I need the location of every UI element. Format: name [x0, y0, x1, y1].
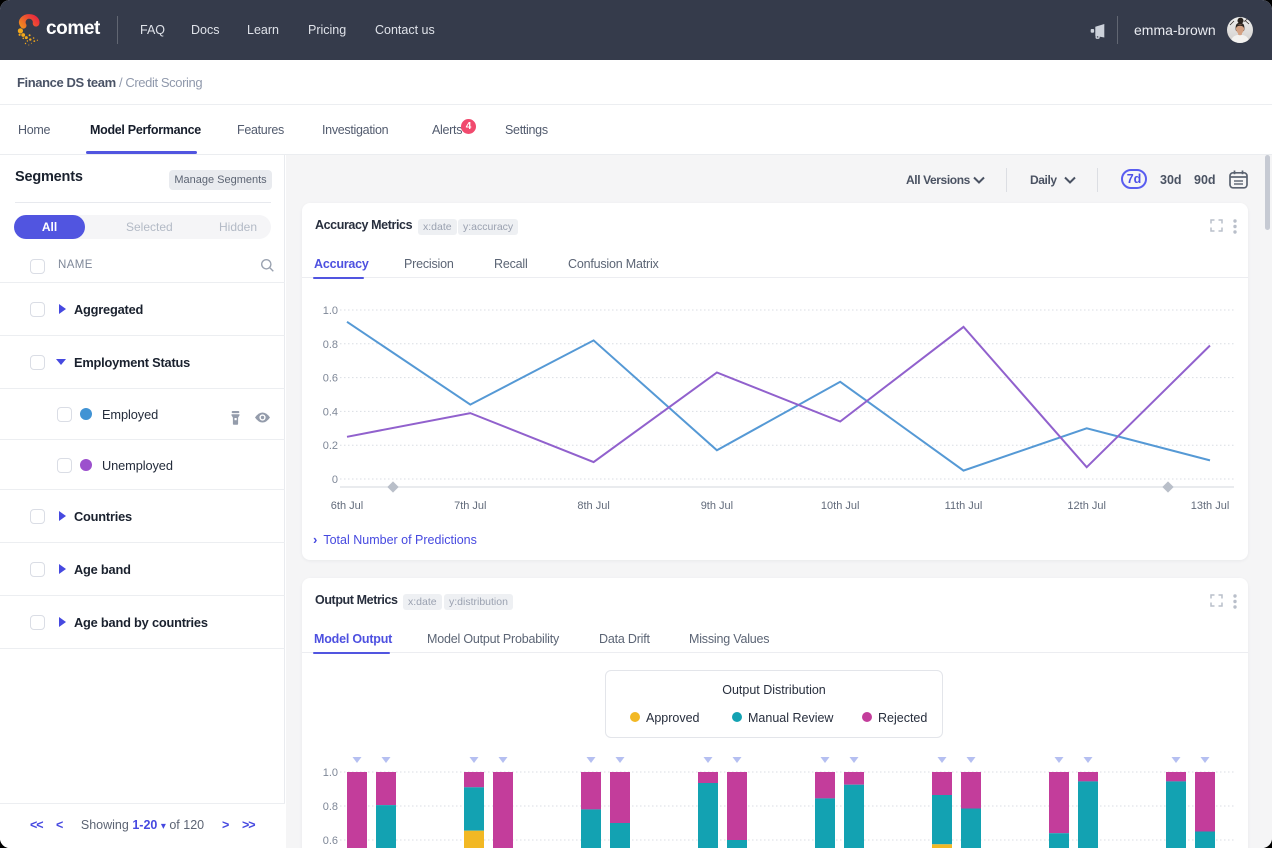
svg-text:0.6: 0.6 [323, 373, 338, 385]
svg-text:7th Jul: 7th Jul [454, 500, 486, 512]
svg-text:0.4: 0.4 [323, 406, 338, 418]
svg-text:12th Jul: 12th Jul [1067, 500, 1106, 512]
svg-text:6th Jul: 6th Jul [331, 500, 363, 512]
svg-text:13th Jul: 13th Jul [1191, 500, 1230, 512]
svg-text:0.8: 0.8 [323, 801, 338, 813]
svg-text:0: 0 [332, 474, 338, 486]
svg-text:1.0: 1.0 [323, 767, 338, 779]
svg-text:0.6: 0.6 [323, 835, 338, 847]
svg-text:11th Jul: 11th Jul [945, 500, 983, 512]
svg-text:0.2: 0.2 [323, 440, 338, 452]
svg-text:1.0: 1.0 [323, 305, 338, 317]
svg-text:10th Jul: 10th Jul [821, 500, 860, 512]
svg-text:0.8: 0.8 [323, 339, 338, 351]
svg-text:9th Jul: 9th Jul [701, 500, 733, 512]
svg-text:8th Jul: 8th Jul [577, 500, 609, 512]
